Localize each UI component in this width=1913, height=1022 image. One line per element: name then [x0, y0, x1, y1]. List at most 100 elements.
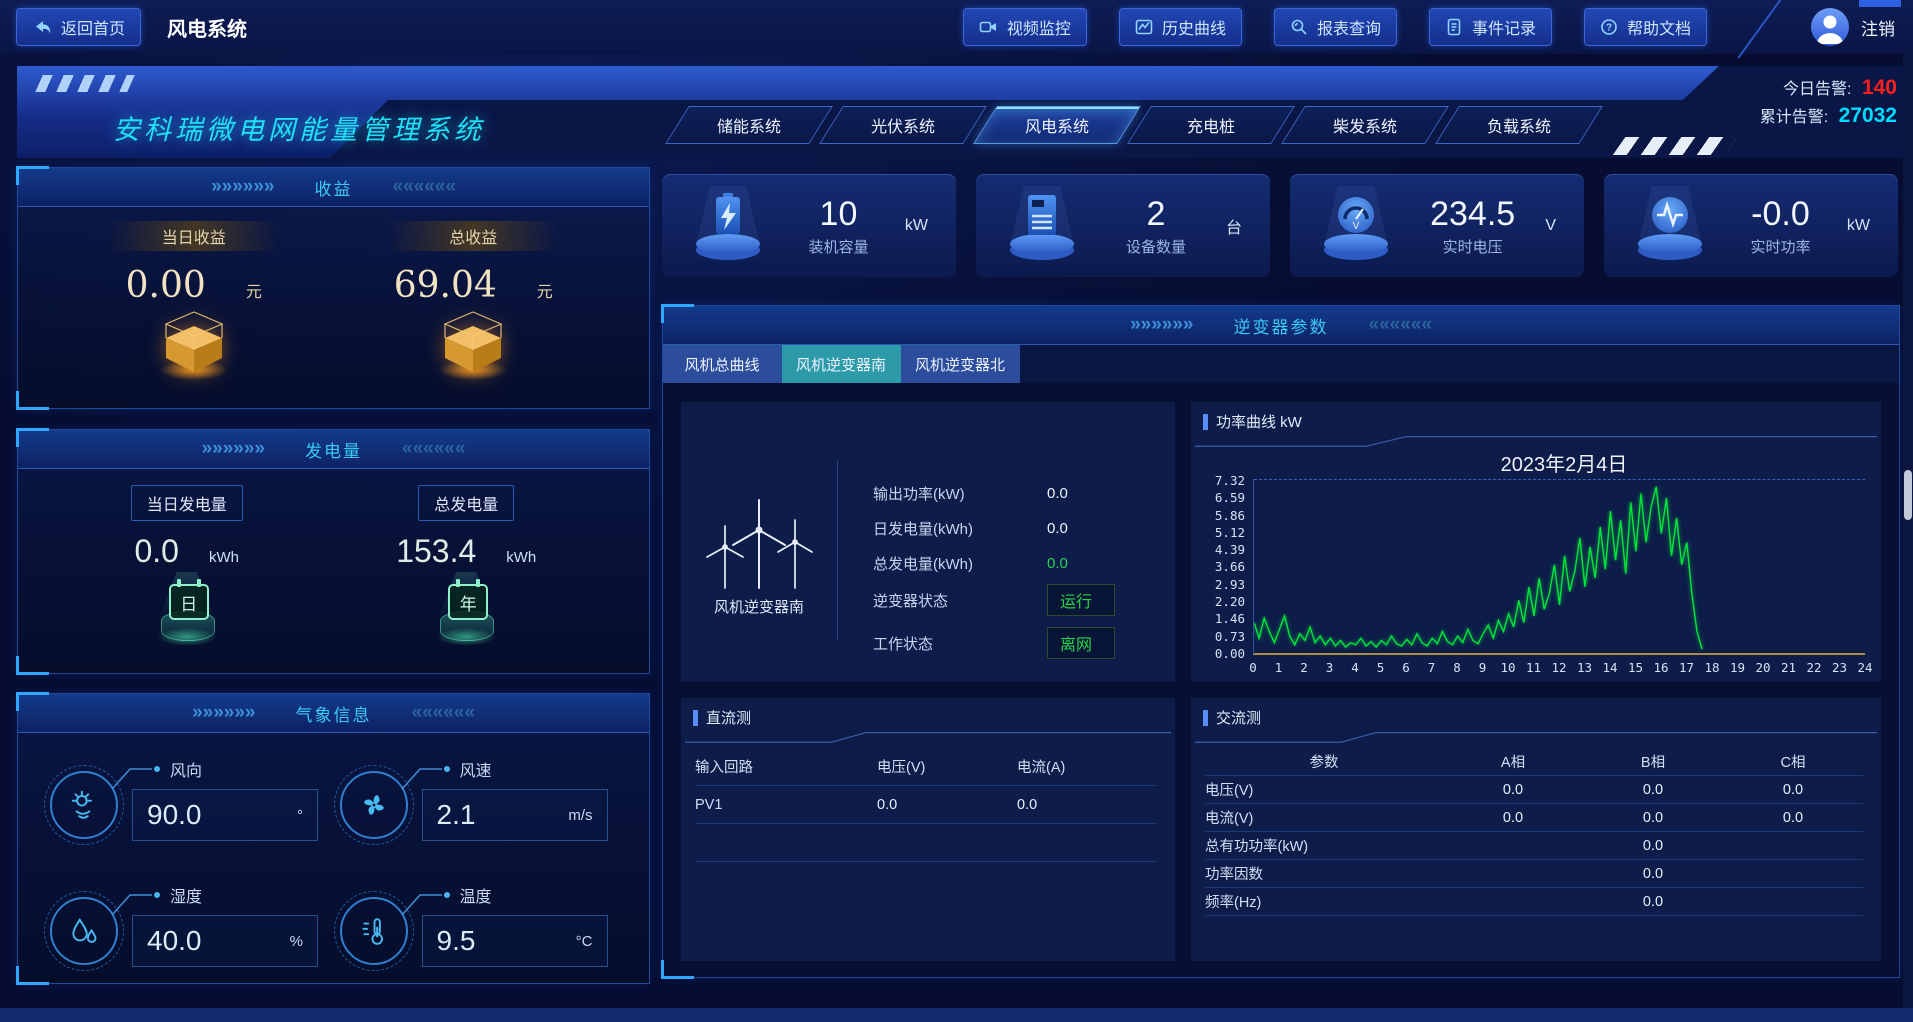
power-curve-title: 功率曲线 kW: [1216, 411, 1302, 432]
realtime-voltage-value: 234.5: [1430, 195, 1515, 234]
x-axis-tick: 7: [1428, 660, 1436, 675]
svg-text:?: ?: [1606, 23, 1612, 34]
back-home-label: 返回首页: [61, 15, 125, 39]
device-count-card: 2 设备数量 台: [976, 174, 1270, 277]
table-row[interactable]: 电压(V) 0.0 0.0 0.0: [1205, 776, 1863, 804]
daily-revenue-label: 当日收益: [108, 221, 280, 251]
video-monitor-label: 视频监控: [1007, 15, 1071, 39]
wind-direction-icon: [50, 771, 118, 839]
y-axis-tick: 5.12: [1215, 525, 1245, 540]
system-tab[interactable]: 柴发系统: [1281, 106, 1449, 144]
wind-speed-value-box: 2.1 m/s: [422, 789, 608, 841]
chevrons-right-icon: »»»»»»: [192, 702, 255, 724]
event-log-button[interactable]: 事件记录: [1429, 8, 1552, 46]
system-tab[interactable]: 光伏系统: [819, 106, 987, 144]
table-row[interactable]: PV1 0.0 0.0: [695, 786, 1157, 824]
user-block: 注销: [1811, 8, 1895, 46]
temperature-unit: °C: [576, 933, 593, 950]
ac-phase-a-cell: 0.0: [1443, 810, 1583, 826]
x-axis-tick: 4: [1351, 660, 1359, 675]
inverter-tab[interactable]: 风机逆变器南: [782, 345, 901, 383]
daily-generation-value: 0.0: [134, 533, 178, 570]
dc-voltage-cell: 0.0: [877, 797, 1017, 813]
report-search-icon: [1290, 18, 1308, 36]
system-tab[interactable]: 风电系统: [973, 106, 1141, 144]
device-count-unit: 台: [1226, 214, 1242, 238]
alarm-today-row: 今日告警: 140: [1760, 75, 1897, 103]
video-monitor-button[interactable]: 视频监控: [963, 8, 1087, 46]
status-label: 逆变器状态: [873, 590, 1033, 611]
total-revenue-unit: 元: [537, 278, 553, 302]
topbar: 返回首页 风电系统 视频监控 历史曲线 报表查询: [0, 0, 1913, 54]
inverter-tab[interactable]: 风机逆变器北: [901, 345, 1020, 383]
avatar[interactable]: [1811, 8, 1849, 46]
realtime-power-value: -0.0: [1751, 195, 1810, 234]
table-row[interactable]: 总有功功率(kW) 0.0: [1205, 832, 1863, 860]
device-icon: [990, 186, 1094, 266]
y-axis-tick: 2.20: [1215, 594, 1245, 609]
report-query-button[interactable]: 报表查询: [1274, 8, 1397, 46]
param-value: 0.0: [1047, 485, 1068, 502]
table-row[interactable]: [695, 824, 1157, 862]
system-tab[interactable]: 负载系统: [1435, 106, 1603, 144]
humidity-label: 湿度: [170, 883, 202, 907]
back-arrow-icon: [32, 18, 52, 36]
power-chart: 7.326.595.865.124.393.662.932.201.460.73…: [1197, 479, 1865, 675]
temperature-icon: [340, 897, 408, 965]
logout-button[interactable]: 注销: [1861, 15, 1895, 40]
y-axis-tick: 0.73: [1215, 629, 1245, 644]
table-row[interactable]: 频率(Hz) 0.0: [1205, 888, 1863, 916]
inverter-tab[interactable]: 风机总曲线: [663, 345, 782, 383]
history-curve-button[interactable]: 历史曲线: [1119, 8, 1242, 46]
table-row[interactable]: 电流(V) 0.0 0.0 0.0: [1205, 804, 1863, 832]
device-name: 风机逆变器南: [714, 596, 804, 617]
weather-panel-header: »»»»»» 气象信息 ««««««: [18, 694, 649, 733]
total-revenue-block: 总收益 69.04 元: [387, 221, 559, 382]
system-tab[interactable]: 充电桩: [1127, 106, 1295, 144]
header-band: 安科瑞微电网能量管理系统 储能系统 光伏系统 风电系统 充电桩: [17, 66, 1913, 158]
param-row: 输出功率(kW) 0.0: [873, 478, 1165, 508]
chevrons-left-icon: ««««««: [393, 176, 456, 198]
alarm-total-label: 累计告警:: [1760, 109, 1828, 126]
system-tab[interactable]: 储能系统: [665, 106, 833, 144]
revenue-panel-header: »»»»»» 收益 ««««««: [18, 168, 649, 207]
param-row: 日发电量(kWh) 0.0: [873, 513, 1165, 543]
daily-generation-label: 当日发电量: [131, 485, 243, 521]
event-log-icon: [1445, 18, 1463, 36]
realtime-voltage-unit: V: [1545, 217, 1556, 235]
gold-box-icon: [425, 308, 521, 382]
connector-line: [110, 761, 164, 791]
dc-table-body: PV1 0.0 0.0: [695, 786, 1157, 862]
accent-bar-icon: [693, 710, 698, 726]
x-axis-tick: 13: [1577, 660, 1592, 675]
system-tab-label: 柴发系统: [1333, 113, 1397, 137]
scrollbar-thumb[interactable]: [1904, 470, 1912, 520]
chevrons-right-icon: »»»»»»: [211, 176, 274, 198]
ac-phase-a-cell: 0.0: [1443, 782, 1583, 798]
connector-line: [400, 761, 454, 791]
table-row[interactable]: 功率因数 0.0: [1205, 860, 1863, 888]
wind-direction-value-box: 90.0 °: [132, 789, 318, 841]
accent-bar-icon: [1203, 710, 1208, 726]
wind-direction-label: 风向: [170, 757, 202, 781]
inverter-tabs: 风机总曲线 风机逆变器南 风机逆变器北: [663, 345, 1899, 383]
year-calendar-icon: 年: [434, 574, 498, 646]
installed-capacity-label: 装机容量: [808, 236, 868, 257]
scrollbar-track[interactable]: [1903, 54, 1913, 1008]
inverter-panel: »»»»»» 逆变器参数 «««««« 风机总曲线 风机逆变器南 风机逆变器北: [662, 305, 1900, 978]
x-axis-tick: 8: [1453, 660, 1461, 675]
dc-column-header: 电流(A): [1017, 756, 1157, 777]
plot-area[interactable]: [1253, 479, 1865, 655]
system-tab-label: 风电系统: [1025, 113, 1089, 137]
wind-power-dashboard: 返回首页 风电系统 视频监控 历史曲线 报表查询: [0, 0, 1913, 1022]
realtime-voltage-card: V 234.5 实时电压 V: [1290, 174, 1584, 277]
ac-phase-b-cell: 0.0: [1583, 810, 1723, 826]
ac-phase-c-cell: 0.0: [1723, 782, 1863, 798]
wind-speed-label: 风速: [460, 757, 492, 781]
help-doc-button[interactable]: ? 帮助文档: [1584, 8, 1707, 46]
humidity-metric: 湿度 40.0 %: [44, 883, 334, 979]
back-home-button[interactable]: 返回首页: [16, 8, 141, 46]
temperature-value-box: 9.5 °C: [422, 915, 608, 967]
power-series-line: [1254, 487, 1702, 650]
power-curve-header: 功率曲线 kW: [1191, 402, 1881, 432]
